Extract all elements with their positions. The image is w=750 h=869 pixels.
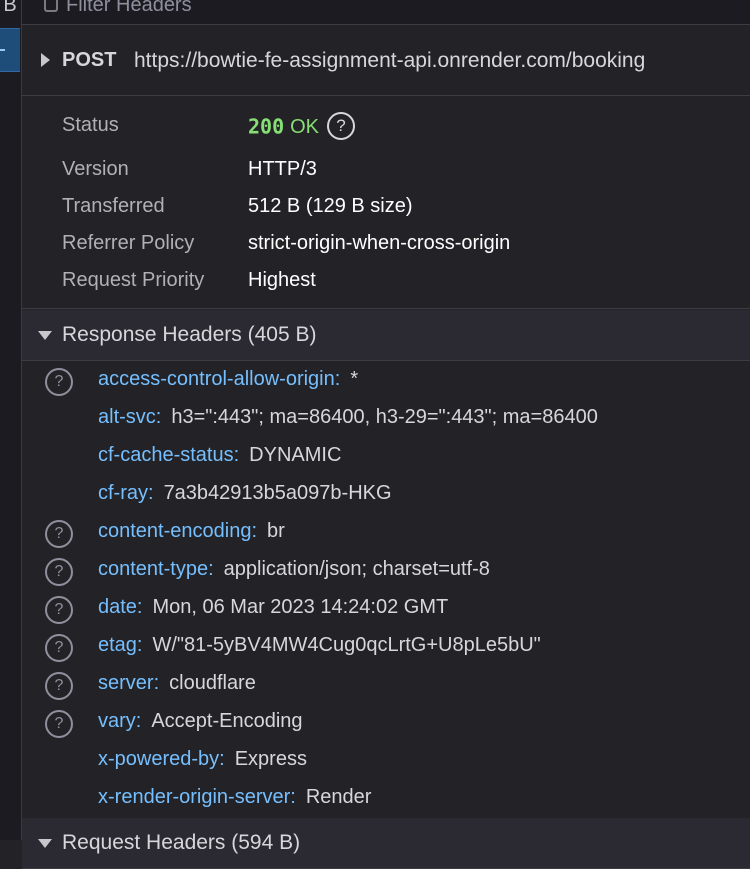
version-value: HTTP/3	[248, 158, 317, 180]
status-code: 200	[248, 114, 285, 139]
header-row[interactable]: ? date: Mon, 06 Mar 2023 14:24:02 GMT	[22, 592, 750, 630]
status-text: OK	[290, 116, 320, 139]
header-name: x-render-origin-server: Render	[98, 786, 372, 808]
header-value: h3=":443"; ma=86400, h3-29=":443"; ma=86…	[171, 406, 598, 428]
filter-icon	[44, 0, 58, 12]
header-name: access-control-allow-origin: *	[98, 368, 359, 390]
header-help-icon[interactable]: ?	[45, 710, 73, 738]
header-name: etag: W/"81-5yBV4MW4Cug0qcLrtG+U8pLe5bU"	[98, 634, 541, 656]
request-priority-value: Highest	[248, 269, 316, 291]
header-value: DYNAMIC	[249, 444, 342, 466]
headers-panel: POST https://bowtie-fe-assignment-api.on…	[22, 0, 750, 869]
request-priority-key: Request Priority	[62, 269, 205, 291]
header-row[interactable]: ? vary: Accept-Encoding	[22, 706, 750, 744]
version-key: Version	[62, 158, 129, 180]
header-row[interactable]: alt-svc: h3=":443"; ma=86400, h3-29=":443…	[22, 402, 750, 440]
status-help-icon[interactable]: ?	[327, 112, 356, 140]
header-value: br	[267, 520, 285, 542]
header-value: 7a3b42913b5a097b-HKG	[163, 482, 392, 504]
status-key: Status	[62, 114, 119, 136]
transferred-key: Transferred	[62, 195, 165, 217]
header-row[interactable]: ? server: cloudflare	[22, 668, 750, 706]
request-url: https://bowtie-fe-assignment-api.onrende…	[134, 49, 646, 72]
status-summary: Status 200 OK? Version HTTP/3 Transferred…	[22, 96, 750, 309]
request-headers-toggle[interactable]: Request Headers (594 B)	[22, 818, 750, 869]
header-value: Render	[305, 786, 372, 808]
header-help-icon[interactable]: ?	[45, 596, 73, 624]
header-value: Mon, 06 Mar 2023 14:24:02 GMT	[152, 596, 449, 618]
header-name: cf-ray: 7a3b42913b5a097b-HKG	[98, 482, 392, 504]
header-value: application/json; charset=utf-8	[223, 558, 490, 580]
header-value: W/"81-5yBV4MW4Cug0qcLrtG+U8pLe5bU"	[152, 634, 541, 656]
header-help-icon[interactable]: ?	[45, 368, 73, 396]
request-method: POST	[62, 49, 117, 71]
header-name: content-encoding: br	[98, 520, 285, 542]
header-help-icon[interactable]: ?	[45, 520, 73, 548]
filter-headers-input[interactable]	[66, 0, 666, 20]
request-summary-row[interactable]: POST https://bowtie-fe-assignment-api.on…	[22, 25, 750, 96]
header-row[interactable]: cf-cache-status: DYNAMIC	[22, 440, 750, 478]
expand-triangle-icon[interactable]	[41, 53, 50, 67]
header-name: alt-svc: h3=":443"; ma=86400, h3-29=":443…	[98, 406, 598, 428]
header-name: date: Mon, 06 Mar 2023 14:24:02 GMT	[98, 596, 449, 618]
referrer-policy-key: Referrer Policy	[62, 232, 195, 254]
referrer-policy-value: strict-origin-when-cross-origin	[248, 232, 511, 254]
header-row[interactable]: x-render-origin-server: Render	[22, 782, 750, 820]
left-panel-label: B	[3, 0, 17, 16]
header-value: cloudflare	[169, 672, 256, 694]
collapse-triangle-icon[interactable]	[38, 331, 52, 340]
header-row[interactable]: ? content-encoding: br	[22, 516, 750, 554]
header-row[interactable]: cf-ray: 7a3b42913b5a097b-HKG	[22, 478, 750, 516]
header-help-icon[interactable]: ?	[45, 634, 73, 662]
header-name: x-powered-by: Express	[98, 748, 307, 770]
header-row[interactable]: ? content-type: application/json; charset=…	[22, 554, 750, 592]
header-value: Accept-Encoding	[151, 710, 303, 732]
header-name: content-type: application/json; charset=u…	[98, 558, 490, 580]
header-help-icon[interactable]: ?	[45, 558, 73, 586]
header-value: Express	[234, 748, 307, 770]
header-row[interactable]: x-powered-by: Express	[22, 744, 750, 782]
left-panel-strip: B	[0, 0, 22, 840]
selected-request-marker[interactable]	[0, 28, 20, 72]
response-headers-title: Response Headers (405 B)	[62, 323, 317, 346]
filter-bar	[22, 0, 750, 25]
header-help-icon[interactable]: ?	[45, 672, 73, 700]
header-row[interactable]: ? access-control-allow-origin: *	[22, 364, 750, 402]
request-headers-title: Request Headers (594 B)	[62, 831, 301, 854]
header-name: vary: Accept-Encoding	[98, 710, 303, 732]
status-value: 200 OK?	[248, 112, 356, 142]
transferred-value: 512 B (129 B size)	[248, 195, 413, 217]
header-value: *	[350, 368, 359, 390]
response-headers-toggle[interactable]: Response Headers (405 B)	[22, 310, 750, 361]
collapse-triangle-icon[interactable]	[38, 839, 52, 848]
header-name: server: cloudflare	[98, 672, 256, 694]
header-name: cf-cache-status: DYNAMIC	[98, 444, 342, 466]
header-row[interactable]: ? etag: W/"81-5yBV4MW4Cug0qcLrtG+U8pLe5bU"	[22, 630, 750, 668]
